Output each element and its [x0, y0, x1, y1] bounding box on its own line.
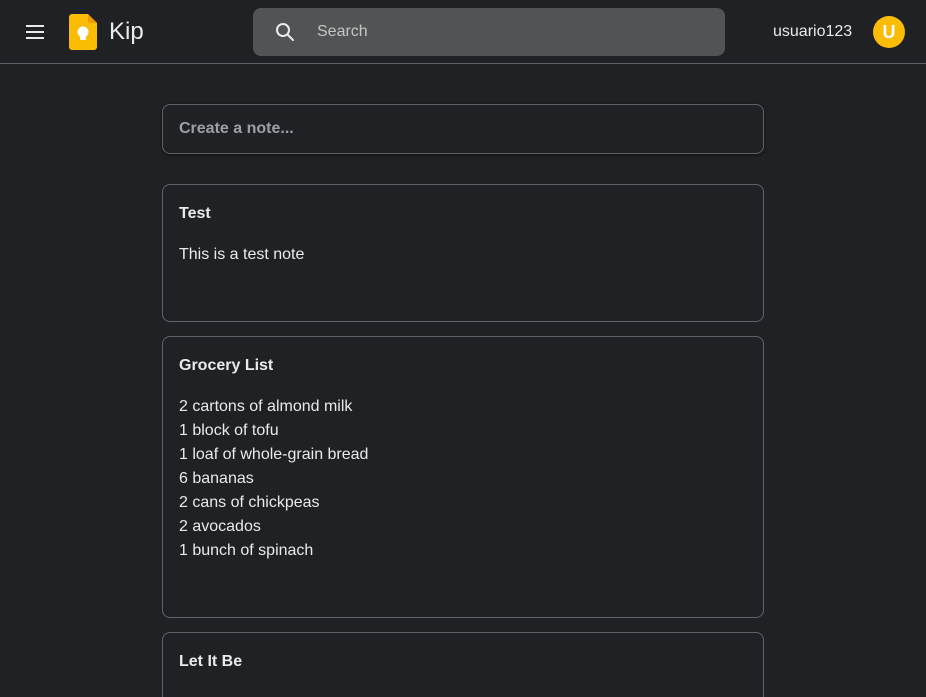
search-input[interactable] [317, 8, 707, 56]
note-line: 1 loaf of whole-grain bread [179, 446, 369, 463]
search-bar[interactable] [253, 8, 725, 56]
note-line: 2 avocados [179, 518, 261, 535]
avatar[interactable]: U [873, 16, 905, 48]
search-icon[interactable] [275, 22, 295, 42]
username-label: usuario123 [773, 23, 853, 40]
note-title: Test [179, 205, 211, 222]
hamburger-menu-icon [26, 25, 44, 39]
note-card-test[interactable]: Test This is a test note [162, 184, 764, 322]
top-app-bar: Kip usuario123 U [0, 0, 926, 64]
note-line: 2 cans of chickpeas [179, 494, 320, 511]
keep-lightbulb-icon [69, 14, 97, 50]
note-line: 6 bananas [179, 470, 254, 487]
note-title: Let It Be [179, 653, 243, 670]
note-line: 1 bunch of spinach [179, 542, 314, 559]
note-line: 2 cartons of almond milk [179, 398, 353, 415]
create-note-input[interactable] [179, 105, 739, 153]
note-card-let-it-be[interactable]: Let It Be [162, 632, 764, 697]
create-note-box[interactable] [162, 104, 764, 154]
note-title: Grocery List [179, 357, 274, 374]
main-menu-button[interactable] [19, 16, 51, 48]
app-title: Kip [109, 18, 144, 45]
note-card-grocery-list[interactable]: Grocery List 2 cartons of almond milk 1 … [162, 336, 764, 618]
note-line: 1 block of tofu [179, 422, 279, 439]
note-line: This is a test note [179, 246, 305, 263]
